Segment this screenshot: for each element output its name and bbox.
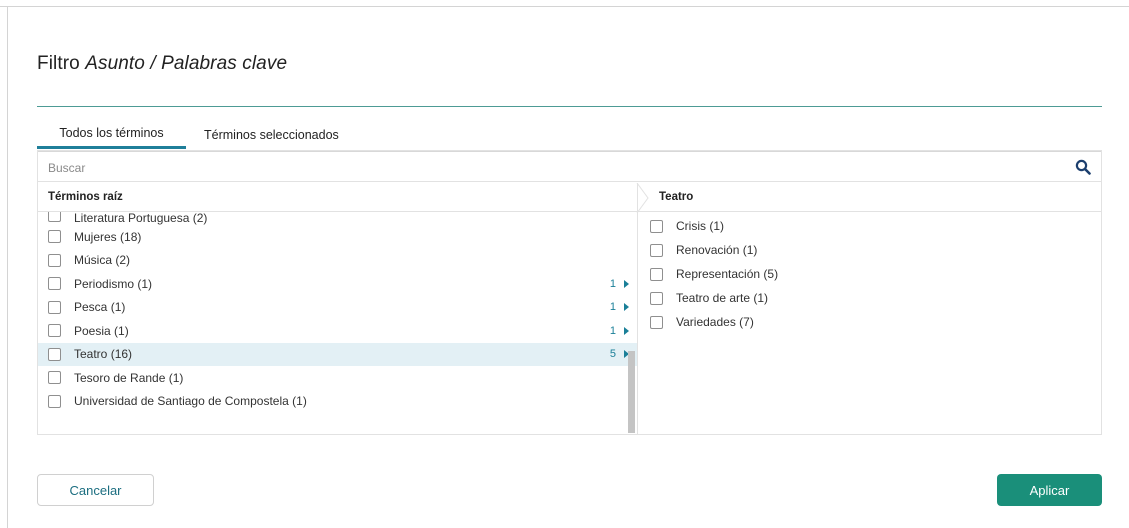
list-item[interactable]: Teatro de arte (1)	[638, 286, 1101, 310]
term-label: Teatro (16)	[74, 347, 133, 362]
term-label: Renovación (1)	[676, 243, 758, 257]
root-terms-header: Términos raíz	[38, 183, 637, 212]
scrollbar-thumb[interactable]	[628, 351, 635, 433]
chevron-right-icon	[624, 303, 629, 312]
list-item[interactable]: Tesoro de Rande (1)	[38, 366, 637, 390]
list-item[interactable]: Variedades (7)	[638, 310, 1101, 334]
checkbox[interactable]	[48, 324, 61, 338]
dialog-border-left	[7, 6, 8, 528]
tab-selected-terms[interactable]: Términos seleccionados	[186, 120, 349, 149]
subterms-header: Teatro	[638, 183, 1101, 212]
search-icon[interactable]	[1075, 159, 1091, 175]
term-label: Música (2)	[74, 253, 131, 268]
search-bar	[38, 151, 1101, 182]
tab-all-terms[interactable]: Todos los términos	[37, 120, 186, 149]
dialog-title-plain: Filtro	[37, 53, 86, 74]
checkbox[interactable]	[48, 300, 61, 314]
term-label: Poesia (1)	[74, 323, 129, 338]
chevron-right-icon	[624, 326, 629, 335]
cancel-button[interactable]: Cancelar	[37, 474, 154, 506]
dialog-border-top	[0, 6, 1129, 7]
checkbox[interactable]	[650, 291, 663, 305]
term-label: Tesoro de Rande (1)	[74, 370, 184, 385]
term-label: Pesca (1)	[74, 300, 126, 315]
list-item[interactable]: Representación (5)	[638, 262, 1101, 286]
subterms-expander[interactable]: 1	[610, 325, 629, 337]
checkbox[interactable]	[48, 277, 61, 291]
list-item[interactable]: Periodismo (1) 1	[38, 272, 637, 296]
checkbox[interactable]	[48, 253, 61, 267]
root-terms-list[interactable]: Literatura Portuguesa (2) Mujeres (18) M…	[38, 212, 637, 434]
subterms-expander[interactable]: 5	[610, 348, 629, 360]
subterms-list[interactable]: Crisis (1) Renovación (1) Representación…	[638, 212, 1101, 434]
term-label: Representación (5)	[676, 267, 779, 281]
apply-button[interactable]: Aplicar	[997, 474, 1102, 506]
checkbox[interactable]	[650, 243, 663, 257]
term-label: Periodismo (1)	[74, 276, 153, 291]
list-item[interactable]: Poesia (1) 1	[38, 319, 637, 343]
term-label: Mujeres (18)	[74, 229, 142, 244]
term-label: Literatura Portuguesa (2)	[74, 212, 208, 225]
subterms-expander[interactable]: 1	[610, 301, 629, 313]
list-item[interactable]: Pesca (1) 1	[38, 296, 637, 320]
checkbox[interactable]	[650, 315, 663, 329]
list-item[interactable]: Literatura Portuguesa (2)	[38, 212, 637, 225]
dialog-title-italic: Asunto / Palabras clave	[85, 53, 288, 74]
filter-dialog: Filtro Asunto / Palabras clave Todos los…	[0, 0, 1129, 528]
list-item[interactable]: Música (2)	[38, 249, 637, 273]
checkbox[interactable]	[48, 394, 61, 408]
checkbox[interactable]	[650, 267, 663, 281]
chevron-right-icon	[624, 279, 629, 288]
root-terms-column: Términos raíz Literatura Portuguesa (2) …	[38, 183, 637, 435]
list-item[interactable]: Crisis (1)	[638, 214, 1101, 238]
tab-bar: Todos los términos Términos seleccionado…	[37, 120, 349, 150]
subterms-expander[interactable]: 1	[610, 278, 629, 290]
checkbox[interactable]	[650, 219, 663, 233]
subterms-column: Teatro Crisis (1) Renovación (1) Represe…	[637, 183, 1101, 435]
list-item[interactable]: Renovación (1)	[638, 238, 1101, 262]
terms-panel: Términos raíz Literatura Portuguesa (2) …	[37, 150, 1102, 435]
checkbox[interactable]	[48, 230, 61, 244]
term-label: Universidad de Santiago de Compostela (1…	[74, 394, 307, 409]
checkbox[interactable]	[48, 212, 61, 222]
search-input[interactable]	[48, 158, 1048, 178]
term-label: Variedades (7)	[676, 315, 754, 329]
checkbox[interactable]	[48, 347, 61, 361]
list-item-selected[interactable]: Teatro (16) 5	[38, 342, 637, 366]
title-divider	[37, 106, 1102, 107]
dialog-title: Filtro Asunto / Palabras clave	[37, 53, 287, 75]
list-item[interactable]: Mujeres (18)	[38, 225, 637, 249]
checkbox[interactable]	[48, 371, 61, 385]
term-label: Crisis (1)	[676, 219, 725, 233]
term-label: Teatro de arte (1)	[676, 291, 769, 305]
list-item[interactable]: Universidad de Santiago de Compostela (1…	[38, 390, 637, 414]
